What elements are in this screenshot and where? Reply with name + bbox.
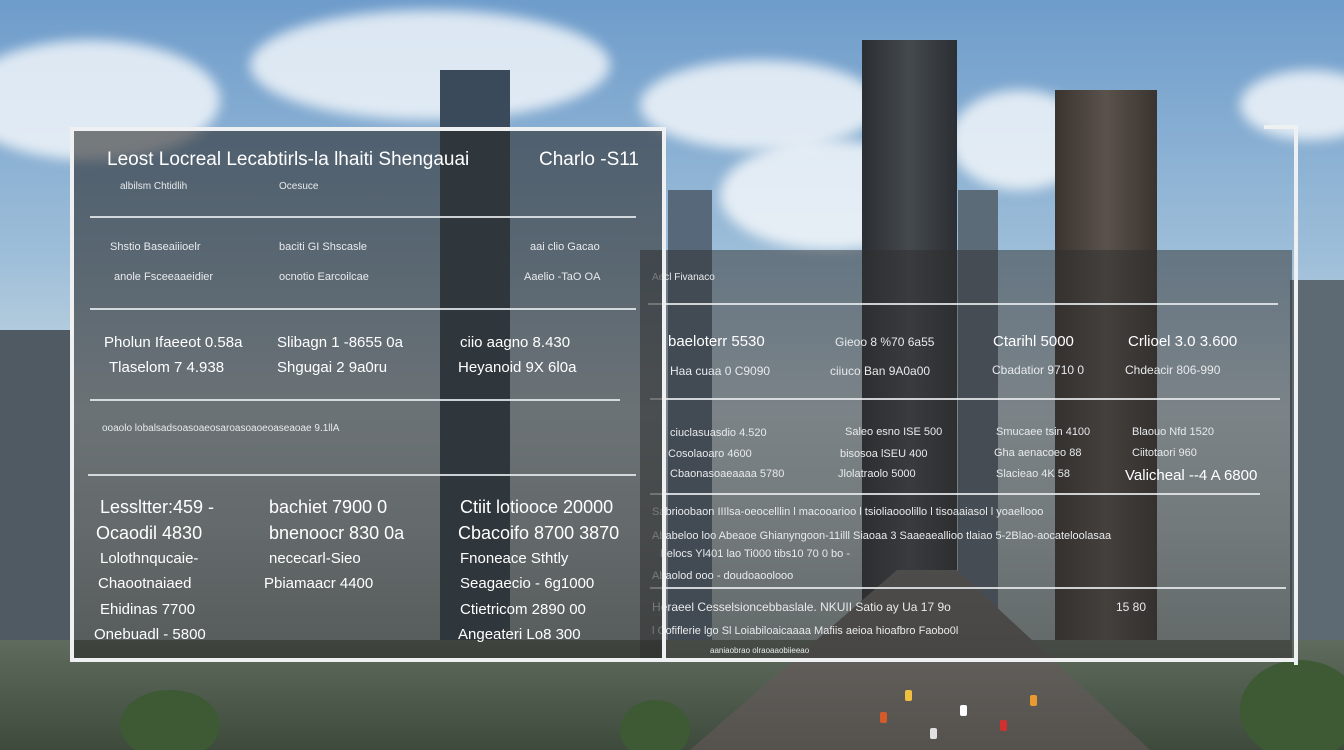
cell: Ehidinas 7700 bbox=[100, 601, 196, 618]
cell: ciiuco Ban 9A0a00 bbox=[830, 364, 931, 378]
cell: Smucaee tsin 4100 bbox=[996, 426, 1091, 438]
car bbox=[930, 728, 937, 739]
cell: bisosoa lSEU 400 bbox=[840, 448, 928, 460]
cell: Gieoo 8 %70 6a55 bbox=[835, 335, 935, 349]
divider bbox=[90, 216, 636, 218]
cell: Angeateri Lo8 300 bbox=[458, 626, 581, 643]
cell: Heyanoid 9X 6l0a bbox=[458, 359, 577, 376]
car bbox=[960, 705, 967, 716]
subtitle: Ocesuce bbox=[279, 181, 319, 192]
panel-frame bbox=[1264, 125, 1298, 665]
footer-line: aaniaobrao olraoaaobiieeao bbox=[710, 646, 810, 655]
car bbox=[1030, 695, 1037, 706]
cloud bbox=[640, 60, 880, 150]
cell: Ctarihl 5000 bbox=[993, 333, 1074, 350]
cell: baeloterr 5530 bbox=[668, 333, 765, 350]
cell: Jlolatraolo 5000 bbox=[838, 468, 916, 480]
footer-line: l Cofiflerie lgo Sl Loiabiloaicaaaa Mafi… bbox=[652, 625, 959, 637]
car bbox=[1000, 720, 1007, 731]
divider bbox=[90, 399, 620, 401]
cell: aai clio Gacao bbox=[530, 241, 600, 253]
cell: Shgugai 2 9a0ru bbox=[277, 359, 388, 376]
cell: Chaootnaiaed bbox=[98, 575, 192, 592]
text-line: Abaolod ooo - doudoaoolooo bbox=[652, 570, 794, 582]
divider bbox=[650, 398, 1280, 400]
cell: Valicheal --4 A 6800 bbox=[1125, 467, 1258, 484]
cell: baciti GI Shscasle bbox=[279, 241, 368, 253]
cell: Pbiamaacr 4400 bbox=[264, 575, 374, 592]
cell: Cbadatior 9710 0 bbox=[992, 363, 1085, 377]
cell: Onebuadl - 5800 bbox=[94, 626, 206, 643]
divider bbox=[650, 493, 1260, 495]
cell: Cosolaoaro 4600 bbox=[668, 448, 752, 460]
cell: ciuclasuasdio 4.520 bbox=[670, 427, 767, 439]
cell: Gha aenacoeo 88 bbox=[994, 447, 1082, 459]
cell: Chdeacir 806-990 bbox=[1125, 363, 1221, 377]
cell: nececarl-Sieo bbox=[269, 550, 361, 567]
cell: Fnoneace Sthtly bbox=[460, 550, 569, 567]
panel-frame bbox=[640, 658, 1298, 662]
cell: Haa cuaa 0 C9090 bbox=[670, 364, 771, 378]
cell: anole Fsceeaaeidier bbox=[114, 271, 214, 283]
footer-line: Heraeel Cesselsioncebbaslale. NKUII Sati… bbox=[652, 600, 951, 614]
divider bbox=[90, 308, 636, 310]
cell: Cbacoifo 8700 3870 bbox=[458, 523, 620, 543]
cell: Lessltter:459 - bbox=[100, 497, 215, 517]
cell: Cbaonasoaeaaaa 5780 bbox=[670, 468, 785, 480]
cell: Slibagn 1 -8655 0a bbox=[277, 334, 403, 351]
cell: bachiet 7900 0 bbox=[269, 497, 388, 517]
cell: Slacieao 4K 58 bbox=[996, 468, 1070, 480]
subtitle: albilsm Chtidlih bbox=[120, 181, 188, 192]
divider bbox=[650, 587, 1286, 589]
cell: Blaouo Nfd 1520 bbox=[1132, 426, 1214, 438]
cloud bbox=[250, 10, 610, 120]
divider bbox=[648, 303, 1278, 305]
divider bbox=[88, 474, 636, 476]
text-line: Felocs Yl401 lao Ti000 tibs10 70 0 bo - bbox=[660, 548, 850, 560]
cell: Lolothnqucaie- bbox=[100, 550, 199, 567]
cell: Tlaselom 7 4.938 bbox=[109, 359, 225, 376]
cell: Aaelio -TaO OA bbox=[524, 271, 601, 283]
cell: ocnotio Earcoilcae bbox=[279, 271, 369, 283]
left-data-panel: Leost Locreal Lecabtirls-la lhaiti Sheng… bbox=[70, 127, 666, 662]
right-data-panel: Aecl Fivanaco baeloterr 5530 Haa cuaa 0 … bbox=[640, 250, 1292, 662]
footer-value: 15 80 bbox=[1116, 600, 1147, 614]
car bbox=[905, 690, 912, 701]
cell: Shstio Baseaiiioelr bbox=[110, 241, 201, 253]
cell: Ctiit lotiooce 20000 bbox=[460, 497, 614, 517]
text-line: Sabrioobaon IIIlsa-oeocelllin l macooari… bbox=[652, 506, 1044, 518]
cell: Pholun Ifaeeot 0.58a bbox=[104, 334, 243, 351]
cell: Ctietricom 2890 00 bbox=[460, 601, 586, 618]
cell: bnenoocr 830 0a bbox=[269, 523, 405, 543]
panel-title-right: Charlo -S11 bbox=[539, 149, 639, 170]
cell: Saleo esno ISE 500 bbox=[845, 426, 943, 438]
text-line: Ababeloo loo Abeaoe Ghianyngoon-11illl S… bbox=[652, 530, 1112, 542]
cell: Crlioel 3.0 3.600 bbox=[1128, 333, 1238, 350]
car bbox=[880, 712, 887, 723]
note-line: ooaolo lobalsadsoasoaeosaroasoaoeoaseaoa… bbox=[102, 423, 340, 434]
cell: Ciitotaori 960 bbox=[1132, 447, 1197, 459]
panel-title: Leost Locreal Lecabtirls-la lhaiti Sheng… bbox=[107, 149, 470, 170]
cell: ciio aagno 8.430 bbox=[460, 334, 571, 351]
cell: Seagaecio - 6g1000 bbox=[460, 575, 595, 592]
cell: Ocaodil 4830 bbox=[96, 523, 203, 543]
